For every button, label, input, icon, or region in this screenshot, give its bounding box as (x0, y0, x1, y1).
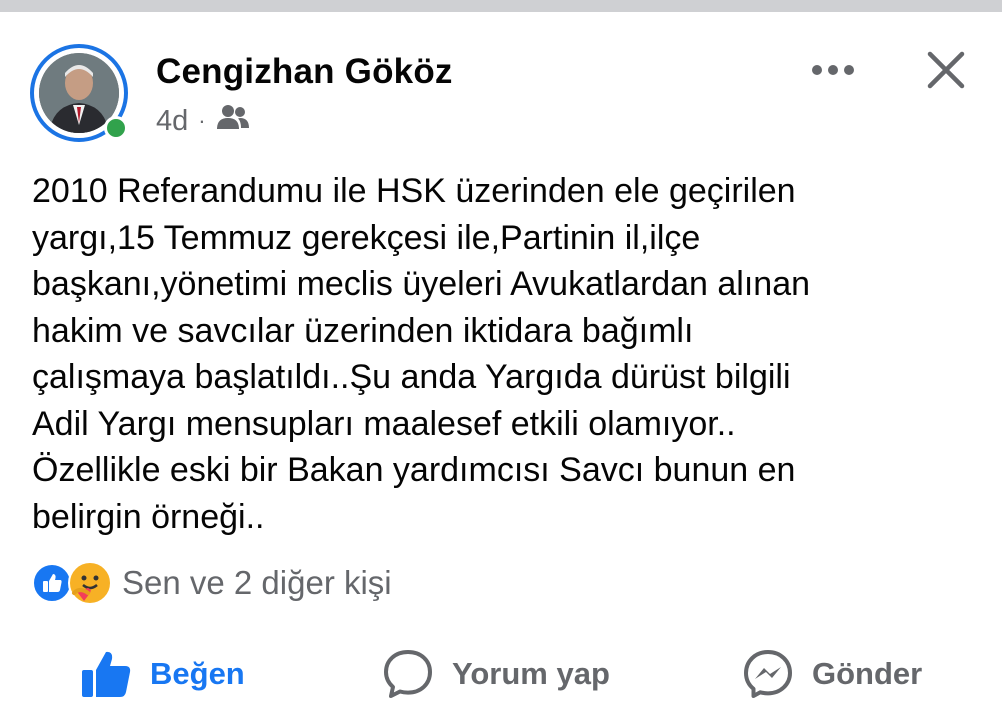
post-body-text: 2010 Referandumu ile HSK üzerinden ele g… (32, 172, 811, 536)
comment-icon (382, 648, 434, 700)
reaction-icons (32, 561, 116, 605)
like-button[interactable]: Beğen (80, 644, 245, 704)
author-name[interactable]: Cengizhan Gököz (156, 52, 453, 92)
post-time[interactable]: 4d (156, 105, 188, 138)
more-icon (812, 65, 854, 75)
top-divider (0, 0, 1002, 12)
more-options-button[interactable] (808, 52, 858, 88)
close-icon (927, 51, 965, 89)
comment-label: Yorum yap (452, 656, 610, 691)
send-label: Gönder (812, 656, 923, 691)
online-status-indicator (104, 116, 128, 140)
like-reaction-icon (32, 563, 72, 603)
comment-button[interactable]: Yorum yap (382, 644, 610, 704)
like-label: Beğen (150, 656, 245, 691)
send-button[interactable]: Gönder (742, 644, 922, 704)
thumbs-up-icon (80, 648, 132, 700)
friends-icon (216, 104, 250, 138)
meta-separator: · (198, 108, 206, 133)
care-reaction-icon (68, 561, 112, 605)
post-meta: 4d · (156, 104, 250, 138)
reaction-summary-text[interactable]: Sen ve 2 diğer kişi (122, 564, 392, 602)
messenger-icon (742, 648, 794, 700)
close-button[interactable] (922, 46, 970, 94)
reaction-summary[interactable]: Sen ve 2 diğer kişi (32, 560, 392, 606)
